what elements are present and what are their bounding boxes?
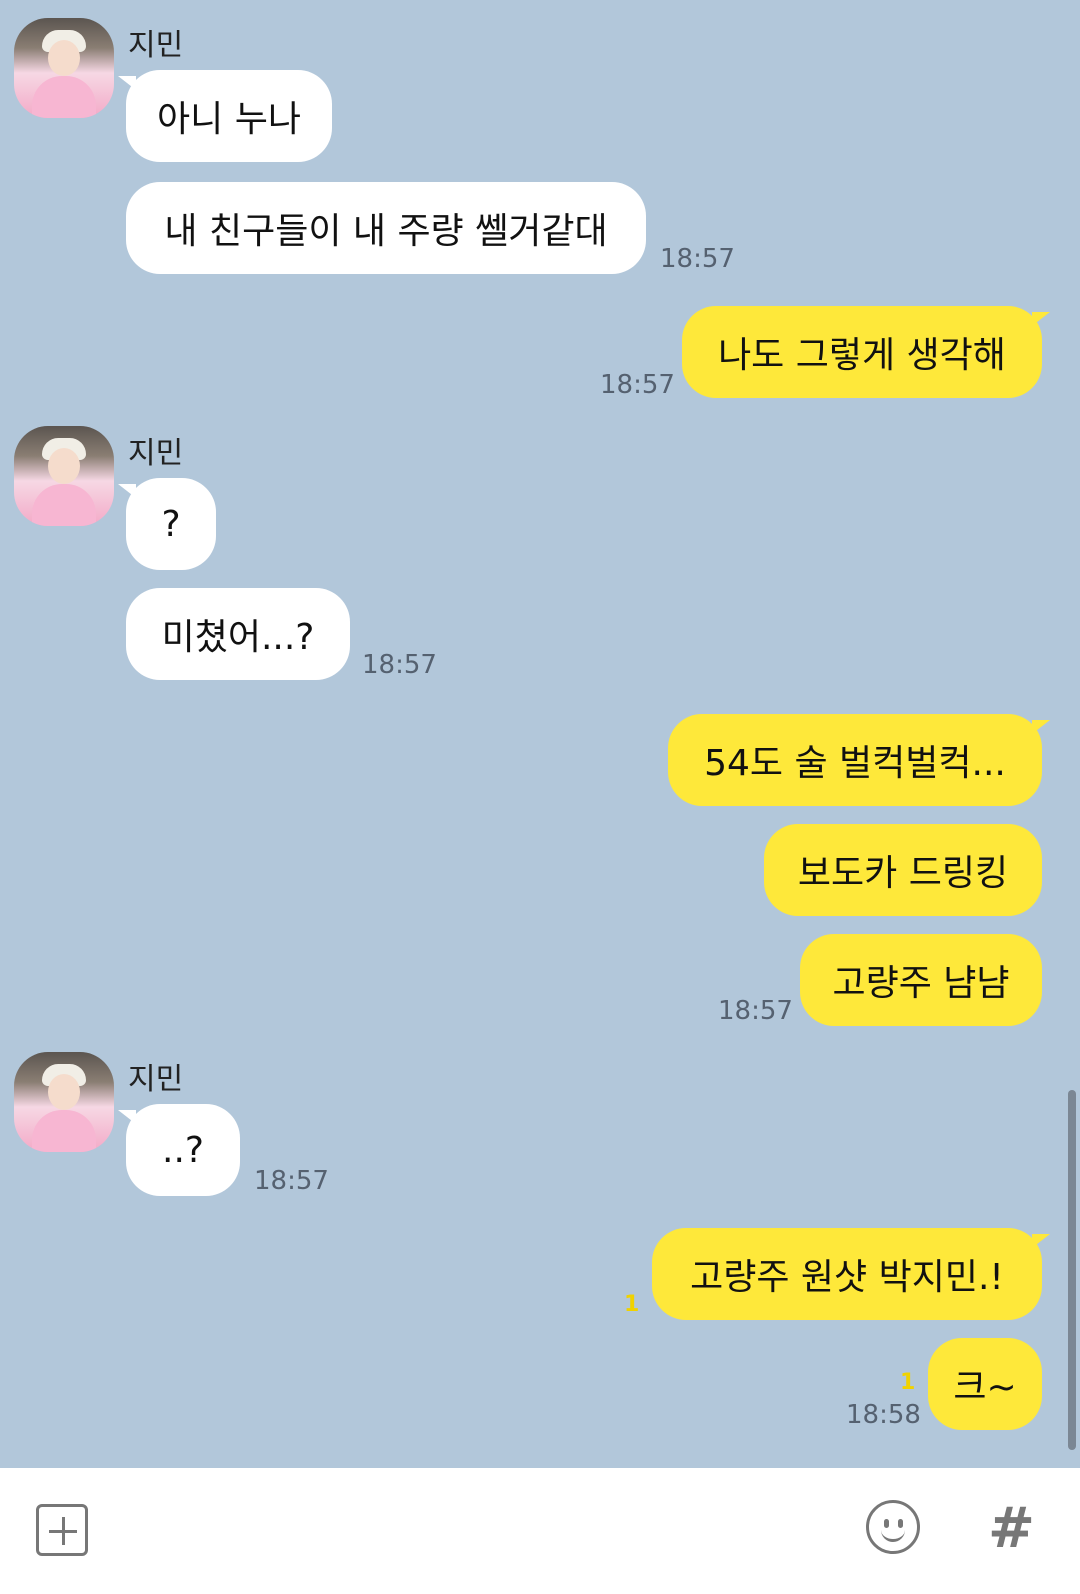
message-text: 크~ — [953, 1367, 1017, 1408]
sender-name: 지민 — [128, 1062, 184, 1097]
message-text: 보도카 드링킹 — [797, 853, 1009, 894]
unread-count: 1 — [624, 1292, 640, 1317]
message-time: 18:57 — [362, 650, 437, 680]
message-bubble-outgoing[interactable]: 보도카 드링킹 — [764, 824, 1042, 916]
message-time: 18:57 — [660, 244, 735, 274]
message-text: 내 친구들이 내 주량 쎌거같대 — [164, 211, 608, 252]
message-text: 고량주 원샷 박지민.! — [690, 1257, 1004, 1298]
avatar-jimin[interactable] — [14, 426, 114, 526]
message-bubble-outgoing[interactable]: 고량주 냠냠 — [800, 934, 1042, 1026]
message-time: 18:57 — [600, 370, 675, 400]
message-bubble-outgoing[interactable]: 고량주 원샷 박지민.! — [652, 1228, 1050, 1320]
avatar-jimin[interactable] — [14, 18, 114, 118]
message-time: 18:58 — [846, 1400, 921, 1430]
message-text: 54도 술 벌컥벌컥... — [704, 743, 1006, 784]
sender-name: 지민 — [128, 436, 184, 471]
message-text: ..? — [162, 1129, 204, 1171]
smiley-icon[interactable] — [866, 1500, 920, 1554]
message-bubble-outgoing[interactable]: 나도 그렇게 생각해 — [682, 306, 1050, 398]
hash-icon[interactable]: # — [988, 1496, 1035, 1561]
message-time: 18:57 — [254, 1166, 329, 1196]
input-bar: # — [0, 1468, 1080, 1594]
chat-area[interactable]: 지민 아니 누나 내 친구들이 내 주량 쎌거같대 18:57 18:57 나도… — [0, 0, 1080, 1468]
message-bubble-incoming[interactable]: 아니 누나 — [118, 70, 332, 162]
message-text: ? — [161, 503, 181, 545]
unread-count: 1 — [900, 1370, 916, 1395]
message-text: 미쳤어...? — [161, 617, 315, 658]
sender-name: 지민 — [128, 28, 184, 63]
plus-box-icon[interactable] — [36, 1504, 88, 1556]
message-time: 18:57 — [718, 996, 793, 1026]
message-bubble-incoming[interactable]: ? — [118, 478, 216, 570]
message-bubble-outgoing[interactable]: 크~ — [928, 1338, 1042, 1430]
message-bubble-incoming[interactable]: 내 친구들이 내 주량 쎌거같대 — [126, 182, 646, 274]
scrollbar[interactable] — [1068, 1090, 1076, 1450]
message-bubble-outgoing[interactable]: 54도 술 벌컥벌컥... — [668, 714, 1050, 806]
message-text: 아니 누나 — [157, 99, 301, 140]
message-text: 고량주 냠냠 — [832, 963, 1010, 1004]
message-bubble-incoming[interactable]: 미쳤어...? — [126, 588, 350, 680]
message-text: 나도 그렇게 생각해 — [718, 335, 1006, 376]
message-bubble-incoming[interactable]: ..? — [118, 1104, 240, 1196]
avatar-jimin[interactable] — [14, 1052, 114, 1152]
